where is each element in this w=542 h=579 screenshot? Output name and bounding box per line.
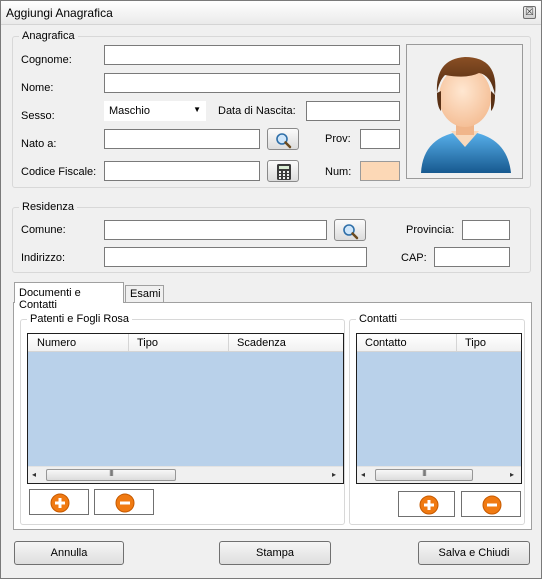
cognome-input[interactable] bbox=[104, 45, 400, 65]
nato-a-label: Nato a: bbox=[21, 138, 57, 150]
avatar-frame bbox=[406, 44, 523, 179]
prov-input[interactable] bbox=[360, 129, 400, 149]
magnifier-icon bbox=[276, 133, 292, 149]
stampa-button[interactable]: Stampa bbox=[219, 541, 331, 565]
user-avatar-icon bbox=[421, 57, 511, 173]
num-label: Num: bbox=[325, 166, 352, 178]
documenti-contatti-panel: Patenti e Fogli Rosa Numero Tipo Scadenz… bbox=[13, 302, 532, 530]
title-bar: Aggiungi Anagrafica ☒ bbox=[1, 1, 541, 25]
contatti-legend: Contatti bbox=[356, 313, 400, 325]
cap-input[interactable] bbox=[434, 247, 510, 267]
chevron-down-icon: ▼ bbox=[193, 105, 201, 114]
column-header-contatto[interactable]: Contatto bbox=[365, 337, 407, 349]
data-nascita-label: Data di Nascita: bbox=[218, 105, 296, 117]
plus-circle-icon bbox=[419, 495, 439, 515]
patenti-legend: Patenti e Fogli Rosa bbox=[27, 313, 133, 325]
column-separator bbox=[128, 334, 129, 352]
codice-fiscale-label: Codice Fiscale: bbox=[21, 166, 97, 178]
scroll-left-icon[interactable]: ◂ bbox=[361, 470, 365, 479]
scrollbar-grip-icon: III bbox=[422, 469, 427, 478]
prov-label: Prov: bbox=[325, 133, 351, 145]
comune-input[interactable] bbox=[104, 220, 327, 240]
sesso-value: Maschio bbox=[109, 105, 150, 117]
remove-patente-button[interactable] bbox=[94, 489, 154, 515]
close-button[interactable]: ☒ bbox=[523, 6, 536, 19]
nome-input[interactable] bbox=[104, 73, 400, 93]
anagrafica-legend: Anagrafica bbox=[19, 30, 78, 42]
contatti-list[interactable]: Contatto Tipo ◂ III ▸ bbox=[356, 333, 522, 484]
scroll-right-icon[interactable]: ▸ bbox=[332, 470, 336, 479]
data-nascita-input[interactable] bbox=[306, 101, 400, 121]
column-header-numero[interactable]: Numero bbox=[37, 337, 76, 349]
minus-circle-icon bbox=[115, 493, 135, 513]
scrollbar-thumb[interactable]: III bbox=[46, 469, 176, 481]
nato-a-search-button[interactable] bbox=[267, 128, 299, 150]
nome-label: Nome: bbox=[21, 82, 54, 94]
tab-esami-label: Esami bbox=[130, 288, 161, 300]
column-separator bbox=[228, 334, 229, 352]
sesso-label: Sesso: bbox=[21, 110, 55, 122]
scroll-right-icon[interactable]: ▸ bbox=[510, 470, 514, 479]
nato-a-input[interactable] bbox=[104, 129, 260, 149]
column-header-tipo[interactable]: Tipo bbox=[137, 337, 158, 349]
patenti-horizontal-scrollbar[interactable]: ◂ III ▸ bbox=[28, 466, 343, 483]
tab-documenti-contatti[interactable]: Documenti e Contatti bbox=[14, 282, 124, 311]
provincia-label: Provincia: bbox=[406, 224, 455, 236]
patenti-list-header: Numero Tipo Scadenza bbox=[28, 334, 343, 352]
contatti-list-header: Contatto Tipo bbox=[357, 334, 521, 352]
comune-search-button[interactable] bbox=[334, 219, 366, 241]
cap-label: CAP: bbox=[401, 252, 427, 264]
patenti-list[interactable]: Numero Tipo Scadenza ◂ III ▸ bbox=[27, 333, 344, 484]
scroll-left-icon[interactable]: ◂ bbox=[32, 470, 36, 479]
scrollbar-grip-icon: III bbox=[109, 469, 114, 478]
add-patente-button[interactable] bbox=[29, 489, 89, 515]
column-separator bbox=[456, 334, 457, 352]
magnifier-icon bbox=[343, 224, 359, 240]
residenza-legend: Residenza bbox=[19, 201, 77, 213]
scrollbar-thumb[interactable]: III bbox=[375, 469, 473, 481]
close-icon: ☒ bbox=[525, 7, 534, 18]
provincia-input[interactable] bbox=[462, 220, 510, 240]
column-header-scadenza[interactable]: Scadenza bbox=[237, 337, 286, 349]
annulla-button[interactable]: Annulla bbox=[14, 541, 124, 565]
remove-contatto-button[interactable] bbox=[461, 491, 521, 517]
num-input[interactable] bbox=[360, 161, 400, 181]
comune-label: Comune: bbox=[21, 224, 66, 236]
calculator-icon bbox=[277, 164, 291, 180]
salva-chiudi-button[interactable]: Salva e Chiudi bbox=[418, 541, 530, 565]
codice-fiscale-input[interactable] bbox=[104, 161, 260, 181]
indirizzo-label: Indirizzo: bbox=[21, 252, 66, 264]
add-contatto-button[interactable] bbox=[398, 491, 455, 517]
sesso-select[interactable]: Maschio ▼ bbox=[104, 101, 206, 121]
codice-fiscale-calc-button[interactable] bbox=[267, 160, 299, 182]
cognome-label: Cognome: bbox=[21, 54, 72, 66]
tab-esami[interactable]: Esami bbox=[125, 285, 164, 303]
contatti-horizontal-scrollbar[interactable]: ◂ III ▸ bbox=[357, 466, 521, 483]
column-header-tipo[interactable]: Tipo bbox=[465, 337, 486, 349]
plus-circle-icon bbox=[50, 493, 70, 513]
aggiungi-anagrafica-window: Aggiungi Anagrafica ☒ Anagrafica Cognome… bbox=[0, 0, 542, 579]
minus-circle-icon bbox=[482, 495, 502, 515]
window-title: Aggiungi Anagrafica bbox=[6, 6, 113, 20]
indirizzo-input[interactable] bbox=[104, 247, 367, 267]
